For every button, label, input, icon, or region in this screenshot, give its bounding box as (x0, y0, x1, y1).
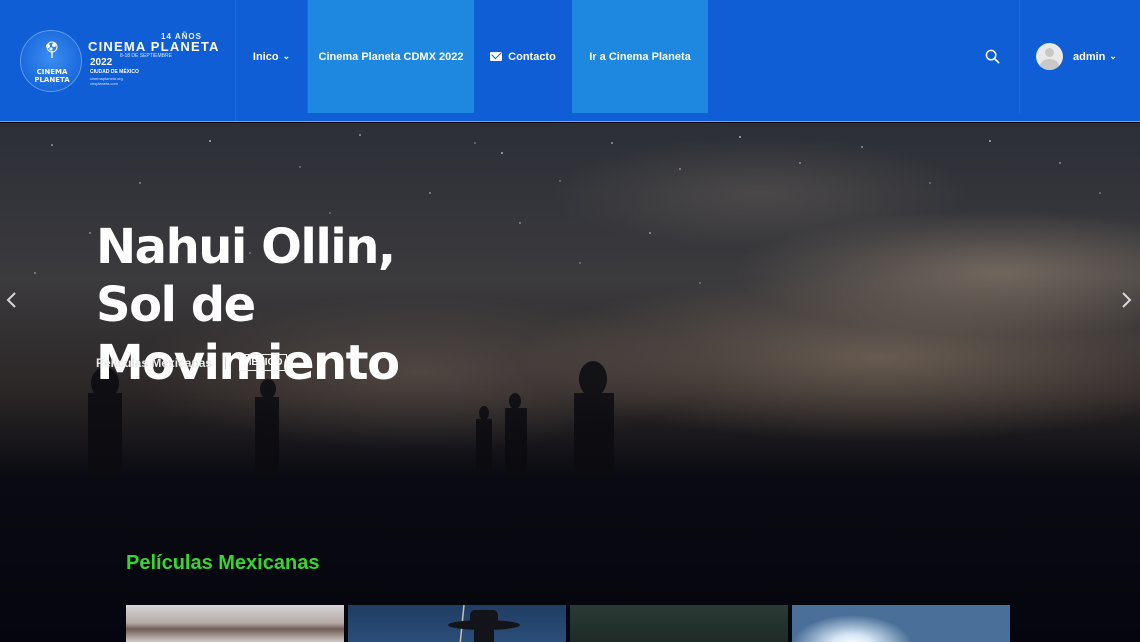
nav-item-contacto[interactable]: Contacto (474, 0, 572, 113)
nav-item-cdmx-2022[interactable]: Cinema Planeta CDMX 2022 (308, 0, 474, 113)
logo-url-secondary: vesplaneta.com (90, 81, 119, 86)
user-name: admin (1073, 50, 1106, 63)
site-logo[interactable]: CINEMA PLANETA 14 AÑOS CINEMA PLANETA 8-… (0, 0, 236, 121)
hero-tag-badge[interactable]: MÉXICO (239, 354, 287, 371)
nav-item-inicio-label: Inico (252, 50, 279, 63)
search-icon (985, 49, 999, 64)
logo-year: 2022 (90, 57, 113, 68)
user-menu[interactable]: admin ⌄ (1020, 0, 1140, 113)
movie-thumbnail[interactable] (792, 605, 1010, 642)
search-button[interactable] (965, 0, 1020, 113)
chevron-down-icon: ⌄ (1109, 51, 1117, 61)
tree-icon (46, 41, 58, 58)
slider-next-button[interactable] (1119, 290, 1133, 310)
cowboy-silhouette (448, 605, 520, 642)
envelope-icon (490, 52, 503, 61)
movie-thumbnail[interactable] (348, 605, 566, 642)
section-title: Películas Mexicanas (126, 552, 320, 574)
nav-item-ir-cinema-planeta[interactable]: Ir a Cinema Planeta (572, 0, 708, 113)
meta-divider (225, 356, 227, 369)
hero-meta: Películas Mexicanas MÉXICO (96, 354, 287, 371)
nav-item-contacto-label: Contacto (508, 50, 556, 63)
movie-thumbnail[interactable] (126, 605, 344, 642)
avatar (1036, 43, 1063, 70)
nav-item-ir-label: Ir a Cinema Planeta (589, 50, 691, 63)
logo-dates: 8-18 DE SEPTIEMBRE (120, 53, 172, 59)
logo-title: CINEMA PLANETA (88, 39, 220, 54)
chevron-down-icon: ⌄ (282, 51, 291, 61)
main-nav: Inico ⌄ Cinema Planeta CDMX 2022 Contact… (236, 0, 708, 113)
logo-badge-line1: CINEMA (36, 68, 68, 76)
movie-thumbnail[interactable] (570, 605, 788, 642)
movie-thumbnail-row (126, 605, 1010, 642)
slider-prev-button[interactable] (5, 290, 19, 310)
logo-city: CIUDAD DE MÉXICO (90, 69, 139, 75)
chevron-right-icon (1122, 292, 1132, 308)
site-header: CINEMA PLANETA 14 AÑOS CINEMA PLANETA 8-… (0, 0, 1140, 122)
logo-badge-line2: PLANETA (34, 76, 70, 84)
logo-badge: CINEMA PLANETA (20, 30, 82, 92)
hero-slider: Nahui Ollin, Sol de Movimiento Películas… (0, 123, 1140, 642)
nav-item-cdmx-label: Cinema Planeta CDMX 2022 (318, 50, 464, 63)
chevron-left-icon (6, 292, 16, 308)
header-actions: admin ⌄ (965, 0, 1140, 113)
hero-category-link[interactable]: Películas Mexicanas (96, 356, 212, 370)
nav-item-inicio[interactable]: Inico ⌄ (236, 0, 308, 113)
